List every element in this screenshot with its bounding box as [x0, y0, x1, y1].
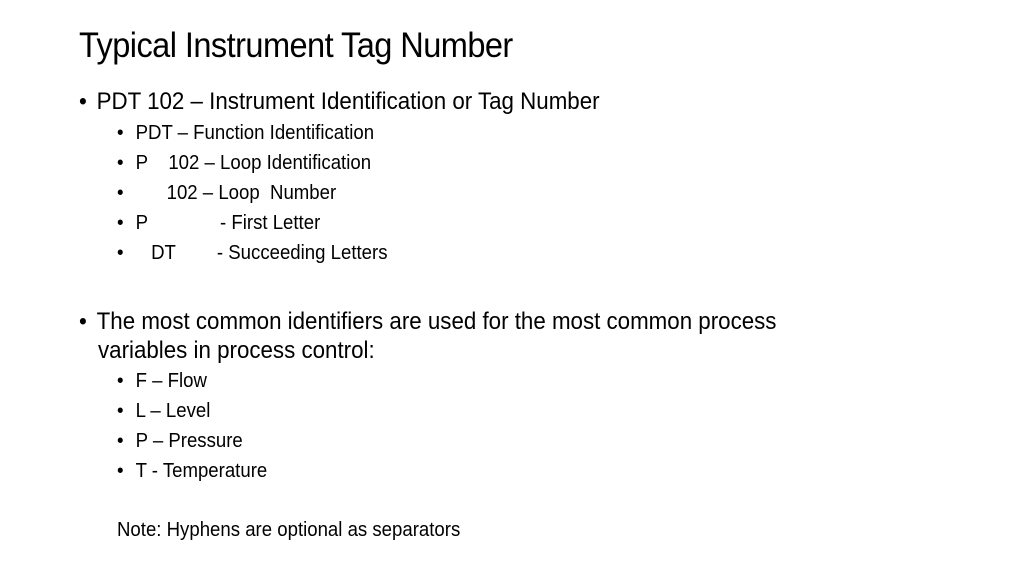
list-item-text: P 102 – Loop Identification — [135, 152, 372, 174]
list-item-text: P - First Letter — [135, 212, 321, 234]
list-item-text: P – Pressure — [135, 430, 243, 452]
bullet-icon: • — [117, 182, 124, 204]
bullet-icon: • — [79, 308, 87, 335]
list-item-text: T - Temperature — [135, 460, 268, 482]
list-item-text: F – Flow — [135, 370, 207, 392]
list-item: • L – Level — [117, 396, 210, 426]
bullet-icon: • — [117, 242, 124, 264]
list-item: • P – Pressure — [117, 426, 243, 456]
section1-heading-text: PDT 102 – Instrument Identification or T… — [96, 88, 600, 115]
section2-heading: • The most common identifiers are used fo… — [79, 307, 776, 336]
bullet-icon: • — [117, 212, 124, 234]
bullet-icon: • — [79, 88, 87, 115]
bullet-icon: • — [117, 400, 124, 422]
list-item: • P 102 – Loop Identification — [117, 148, 371, 178]
list-item: • PDT – Function Identification — [117, 118, 374, 148]
list-item-text: 102 – Loop Number — [135, 182, 337, 204]
list-item: • T - Temperature — [117, 456, 267, 486]
bullet-icon: • — [117, 430, 124, 452]
bullet-icon: • — [117, 370, 124, 392]
list-item-text: PDT – Function Identification — [135, 122, 375, 144]
bullet-icon: • — [117, 460, 124, 482]
list-item: • 102 – Loop Number — [117, 178, 336, 208]
list-item-text: DT - Succeeding Letters — [135, 242, 388, 264]
note-text: Note: Hyphens are optional as separators — [117, 519, 461, 541]
list-item: • DT - Succeeding Letters — [117, 238, 387, 268]
section2-heading-text: The most common identifiers are used for… — [96, 308, 777, 335]
bullet-icon: • — [117, 122, 124, 144]
slide-title: Typical Instrument Tag Number — [79, 26, 513, 65]
section1-heading: • PDT 102 – Instrument Identification or … — [79, 87, 600, 116]
list-item: • F – Flow — [117, 366, 207, 396]
section2-heading-continuation: variables in process control: — [98, 337, 375, 364]
bullet-icon: • — [117, 152, 124, 174]
list-item: • P - First Letter — [117, 208, 320, 238]
list-item-text: L – Level — [135, 400, 211, 422]
